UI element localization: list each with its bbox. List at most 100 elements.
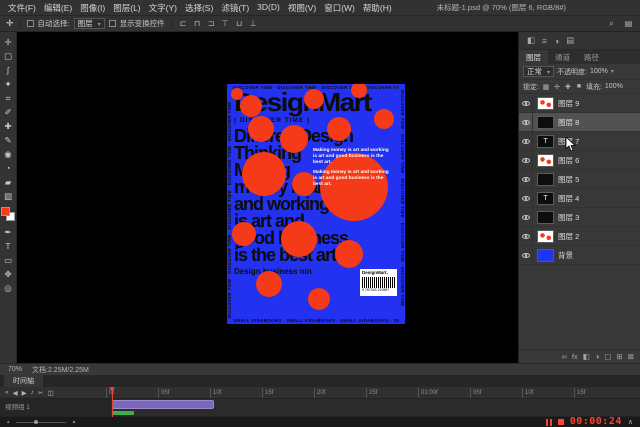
- align-right-icon[interactable]: ⊐: [206, 19, 217, 28]
- timeline-zoom-slider[interactable]: [15, 419, 66, 424]
- menu-item[interactable]: 视图(V): [284, 2, 320, 14]
- chevron-down-icon: [547, 67, 550, 76]
- stop-recording-button[interactable]: [557, 419, 564, 425]
- visibility-toggle[interactable]: [519, 170, 533, 188]
- layer-row[interactable]: 图层 8: [519, 113, 640, 132]
- tab-timeline[interactable]: 时间轴: [4, 375, 43, 387]
- layer-group-icon[interactable]: ▢: [604, 352, 611, 361]
- playhead[interactable]: [109, 387, 115, 417]
- eraser-tool[interactable]: ▰: [1, 175, 16, 189]
- shape-tool[interactable]: ▭: [1, 253, 16, 267]
- align-middle-icon[interactable]: ⊔: [234, 19, 245, 28]
- align-top-icon[interactable]: ⊤: [220, 19, 231, 28]
- adjustment-layer-icon[interactable]: ◑: [595, 352, 600, 361]
- layer-row[interactable]: T 图层 4: [519, 189, 640, 208]
- play-button[interactable]: ▶: [22, 389, 27, 397]
- first-frame-button[interactable]: «: [5, 389, 9, 396]
- lock-pixels-icon[interactable]: ✛: [553, 83, 561, 91]
- crop-tool[interactable]: ⌗: [1, 91, 16, 105]
- eyedropper-tool[interactable]: ✐: [1, 105, 16, 119]
- visibility-toggle[interactable]: [519, 94, 533, 112]
- layer-row[interactable]: 图层 5: [519, 170, 640, 189]
- hand-tool[interactable]: ✥: [1, 267, 16, 281]
- align-left-icon[interactable]: ⊏: [178, 19, 189, 28]
- menu-item[interactable]: 编辑(E): [40, 2, 76, 14]
- menu-item[interactable]: 图层(L): [109, 2, 144, 14]
- menu-item[interactable]: 图像(I): [76, 2, 109, 14]
- blend-mode-dropdown[interactable]: 正常: [523, 66, 555, 77]
- foreground-color-swatch[interactable]: [1, 207, 10, 216]
- audio-clip[interactable]: [112, 411, 134, 415]
- healing-brush-tool[interactable]: ✚: [1, 119, 16, 133]
- visibility-toggle[interactable]: [519, 113, 533, 131]
- transition-button[interactable]: ◫: [47, 389, 53, 397]
- lock-position-icon[interactable]: ✚: [564, 83, 572, 91]
- layer-mask-icon[interactable]: ◧: [583, 352, 590, 361]
- menu-item[interactable]: 窗口(W): [320, 2, 359, 14]
- link-layers-icon[interactable]: ∞: [561, 352, 566, 361]
- history-brush-tool[interactable]: ◔: [1, 161, 16, 175]
- chevron-up-icon[interactable]: ∧: [628, 418, 633, 426]
- zoom-level[interactable]: 70%: [8, 366, 22, 373]
- clone-stamp-tool[interactable]: ◉: [1, 147, 16, 161]
- previous-frame-button[interactable]: ◀: [13, 389, 18, 397]
- visibility-toggle[interactable]: [519, 151, 533, 169]
- menu-item[interactable]: 选择(S): [181, 2, 217, 14]
- zoom-in-mountain-icon[interactable]: ▲: [72, 419, 77, 425]
- visibility-toggle[interactable]: [519, 246, 533, 264]
- auto-select-dropdown[interactable]: 图层: [73, 18, 105, 29]
- fill-value[interactable]: 100%: [605, 83, 623, 90]
- panel-tab-2[interactable]: 通道: [548, 50, 577, 64]
- gradient-tool[interactable]: ▧: [1, 189, 16, 203]
- move-tool[interactable]: ✛: [1, 35, 16, 49]
- layer-row[interactable]: 图层 2: [519, 227, 640, 246]
- menu-item[interactable]: 文字(Y): [145, 2, 181, 14]
- menu-item[interactable]: 文件(F): [4, 2, 40, 14]
- menu-item[interactable]: 3D(D): [253, 2, 284, 14]
- show-transform-checkbox[interactable]: [108, 20, 116, 27]
- lasso-tool[interactable]: ʃ: [1, 63, 16, 77]
- new-layer-icon[interactable]: ⊞: [616, 352, 622, 361]
- canvas-area[interactable]: DISCOVER TIME · DISCOVER TIME · DISCOVER…: [17, 32, 518, 363]
- layer-row[interactable]: 图层 3: [519, 208, 640, 227]
- time-ruler[interactable]: 0f05f10f15f20f25f01:00f05f10f15f: [106, 387, 640, 398]
- panel-tab-1[interactable]: 图层: [519, 50, 548, 64]
- lock-all-icon[interactable]: ■: [575, 83, 583, 91]
- slider-knob[interactable]: [33, 419, 38, 424]
- layer-row[interactable]: T 图层 7: [519, 132, 640, 151]
- libraries-panel-icon[interactable]: ▤: [566, 35, 574, 46]
- brush-tool[interactable]: ✎: [1, 133, 16, 147]
- video-clip[interactable]: [112, 400, 214, 409]
- visibility-toggle[interactable]: [519, 132, 533, 150]
- zoom-out-mountain-icon[interactable]: ▴: [7, 419, 10, 425]
- visibility-toggle[interactable]: [519, 208, 533, 226]
- layer-row[interactable]: 图层 9: [519, 94, 640, 113]
- magic-wand-tool[interactable]: ✦: [1, 77, 16, 91]
- lock-transparency-icon[interactable]: ▦: [542, 83, 550, 91]
- align-bottom-icon[interactable]: ⊥: [248, 19, 259, 28]
- marquee-tool[interactable]: ▢: [1, 49, 16, 63]
- type-tool[interactable]: T: [1, 239, 16, 253]
- layer-effects-icon[interactable]: fx: [572, 352, 578, 361]
- split-clip-button[interactable]: ✂: [38, 389, 43, 397]
- panel-tab-3[interactable]: 路径: [577, 50, 606, 64]
- pen-tool[interactable]: ✒: [1, 225, 16, 239]
- audio-mute-button[interactable]: ♪: [31, 389, 34, 396]
- menu-item[interactable]: 滤镜(T): [217, 2, 253, 14]
- adjustments-panel-icon[interactable]: ◑: [554, 36, 559, 46]
- properties-panel-icon[interactable]: ≡: [542, 36, 547, 46]
- search-icon[interactable]: ⌕: [606, 19, 617, 29]
- visibility-toggle[interactable]: [519, 189, 533, 207]
- color-panel-icon[interactable]: ◧: [527, 35, 535, 46]
- opacity-value[interactable]: 100%: [590, 68, 608, 75]
- visibility-toggle[interactable]: [519, 227, 533, 245]
- align-center-horizontal-icon[interactable]: ⊓: [192, 19, 203, 28]
- delete-layer-icon[interactable]: ⊠: [628, 352, 634, 361]
- layer-row[interactable]: 背景: [519, 246, 640, 265]
- layer-row[interactable]: 图层 6: [519, 151, 640, 170]
- auto-select-checkbox[interactable]: [26, 20, 34, 27]
- workspace-icon[interactable]: ▤: [623, 19, 634, 29]
- pause-recording-button[interactable]: [546, 418, 552, 426]
- zoom-tool[interactable]: ◎: [1, 281, 16, 295]
- menu-item[interactable]: 帮助(H): [359, 2, 396, 14]
